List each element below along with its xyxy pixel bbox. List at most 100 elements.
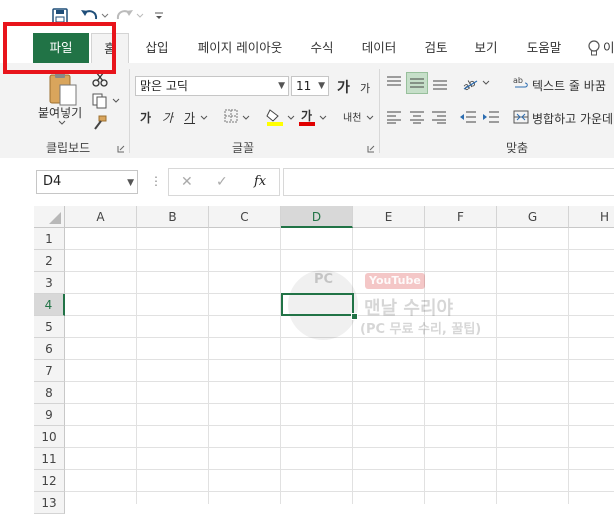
- increase-indent-icon[interactable]: [482, 110, 500, 124]
- watermark-pc: PC: [314, 272, 334, 287]
- column-header[interactable]: B: [137, 206, 209, 228]
- paste-icon[interactable]: [40, 69, 80, 107]
- redo-icon[interactable]: [114, 7, 134, 23]
- align-bottom-icon[interactable]: [432, 77, 448, 91]
- cells-area[interactable]: [65, 228, 614, 504]
- align-top-icon[interactable]: [386, 75, 402, 89]
- shrink-font-button[interactable]: 가: [360, 80, 370, 96]
- tab-formulas[interactable]: 수식: [304, 33, 340, 63]
- borders-dropdown-icon[interactable]: [242, 115, 250, 121]
- align-middle-button[interactable]: [406, 72, 428, 94]
- lightbulb-icon[interactable]: [587, 40, 601, 57]
- format-painter-icon[interactable]: [92, 115, 108, 131]
- more-options-icon[interactable]: ⋮: [150, 174, 162, 188]
- font-group-label: 글꼴: [232, 141, 255, 155]
- column-header[interactable]: H: [569, 206, 614, 228]
- fill-handle[interactable]: [351, 313, 358, 320]
- row-header[interactable]: 11: [34, 448, 65, 470]
- row-header[interactable]: 9: [34, 404, 65, 426]
- grow-font-button[interactable]: 가: [337, 77, 350, 97]
- font-name-select[interactable]: 맑은 고딕 ▼: [135, 76, 289, 96]
- watermark-line2: (PC 무료 수리, 꿀팁): [360, 322, 482, 337]
- enter-icon[interactable]: ✓: [216, 174, 228, 190]
- align-right-icon[interactable]: [431, 110, 447, 124]
- ribbon-home: 붙여넣기 클립보드 맑은 고딕 ▼ 11 ▼ 가 가 가 가 가 가 내천 글꼴…: [0, 63, 614, 159]
- tab-page-layout[interactable]: 페이지 레이아웃: [190, 33, 290, 63]
- name-box[interactable]: D4 ▼: [36, 170, 138, 194]
- chevron-down-icon: ▼: [127, 178, 134, 188]
- undo-icon[interactable]: [80, 7, 100, 23]
- paste-label[interactable]: 붙여넣기: [38, 104, 82, 121]
- insert-function-icon[interactable]: fx: [254, 174, 266, 189]
- worksheet-grid: ABCDEFGH 1 2 3 4 5 6 7 8 9 10 11 12 13 PC YouTube 맨날…: [0, 206, 614, 514]
- copy-dropdown-icon[interactable]: [112, 98, 120, 104]
- italic-button[interactable]: 가: [162, 109, 173, 126]
- row-header[interactable]: 3: [34, 272, 65, 294]
- phonetic-dropdown-icon[interactable]: [366, 115, 374, 121]
- tab-insert[interactable]: 삽입: [140, 33, 174, 63]
- font-color-swatch: [299, 122, 315, 126]
- row-header[interactable]: 5: [34, 316, 65, 338]
- column-header[interactable]: F: [425, 206, 497, 228]
- row-header[interactable]: 7: [34, 360, 65, 382]
- tab-view[interactable]: 보기: [468, 33, 504, 63]
- select-all-button[interactable]: [34, 206, 65, 228]
- underline-dropdown-icon[interactable]: [200, 115, 208, 121]
- column-header[interactable]: G: [497, 206, 569, 228]
- bold-button[interactable]: 가: [140, 109, 151, 126]
- formula-bar: D4 ▼ ⋮ ✕ ✓ fx: [0, 158, 614, 206]
- alignment-group-label: 맞춤: [506, 141, 529, 155]
- merge-center-button[interactable]: 병합하고 가운데: [532, 110, 613, 127]
- wrap-text-icon[interactable]: ab: [513, 75, 529, 91]
- tab-help[interactable]: 도움말: [518, 33, 570, 63]
- formula-buttons: ✕ ✓ fx: [168, 168, 280, 196]
- tab-review[interactable]: 검토: [418, 33, 454, 63]
- svg-text:ab: ab: [513, 76, 523, 85]
- name-box-value: D4: [43, 174, 62, 189]
- row-header[interactable]: 4: [34, 294, 65, 316]
- row-header[interactable]: 1: [34, 228, 65, 250]
- tell-me-label[interactable]: 이: [603, 33, 614, 63]
- column-header[interactable]: A: [65, 206, 137, 228]
- orientation-icon[interactable]: ab: [461, 75, 479, 91]
- redo-dropdown-icon[interactable]: [136, 13, 144, 19]
- align-left-icon[interactable]: [386, 110, 402, 124]
- column-header[interactable]: C: [209, 206, 281, 228]
- row-header[interactable]: 6: [34, 338, 65, 360]
- cancel-icon[interactable]: ✕: [181, 174, 193, 190]
- phonetic-button[interactable]: 내천: [343, 109, 361, 124]
- highlight-box: [3, 22, 116, 74]
- borders-icon[interactable]: [224, 109, 238, 123]
- font-size-select[interactable]: 11 ▼: [291, 76, 329, 96]
- wrap-text-button[interactable]: 텍스트 줄 바꿈: [532, 77, 606, 94]
- customize-icon[interactable]: [154, 11, 164, 21]
- orientation-dropdown-icon[interactable]: [482, 80, 490, 86]
- row-header[interactable]: 8: [34, 382, 65, 404]
- row-header[interactable]: 12: [34, 470, 65, 492]
- undo-dropdown-icon[interactable]: [101, 13, 109, 19]
- font-size-value: 11: [296, 79, 312, 93]
- merge-center-icon[interactable]: [513, 109, 529, 125]
- row-header[interactable]: 2: [34, 250, 65, 272]
- column-header[interactable]: E: [353, 206, 425, 228]
- row-header[interactable]: 10: [34, 426, 65, 448]
- underline-button[interactable]: 가: [184, 109, 195, 126]
- fill-color-icon[interactable]: [266, 107, 284, 127]
- formula-input[interactable]: [283, 168, 614, 196]
- font-color-dropdown-icon[interactable]: [319, 115, 327, 121]
- font-name-value: 맑은 고딕: [140, 79, 188, 93]
- tab-data[interactable]: 데이터: [355, 33, 403, 63]
- row-header[interactable]: 13: [34, 492, 65, 514]
- align-middle-icon: [410, 78, 424, 88]
- copy-icon[interactable]: [92, 93, 108, 109]
- font-launcher-icon[interactable]: [367, 145, 375, 153]
- active-cell[interactable]: [281, 293, 354, 316]
- chevron-down-icon: ▼: [318, 81, 325, 91]
- clipboard-launcher-icon[interactable]: [117, 145, 125, 153]
- decrease-indent-icon[interactable]: [459, 110, 477, 124]
- align-center-icon[interactable]: [409, 110, 425, 124]
- column-header[interactable]: D: [281, 206, 353, 228]
- select-all-icon: [49, 212, 61, 224]
- paste-dropdown-icon[interactable]: [58, 120, 66, 126]
- fill-color-dropdown-icon[interactable]: [287, 115, 295, 121]
